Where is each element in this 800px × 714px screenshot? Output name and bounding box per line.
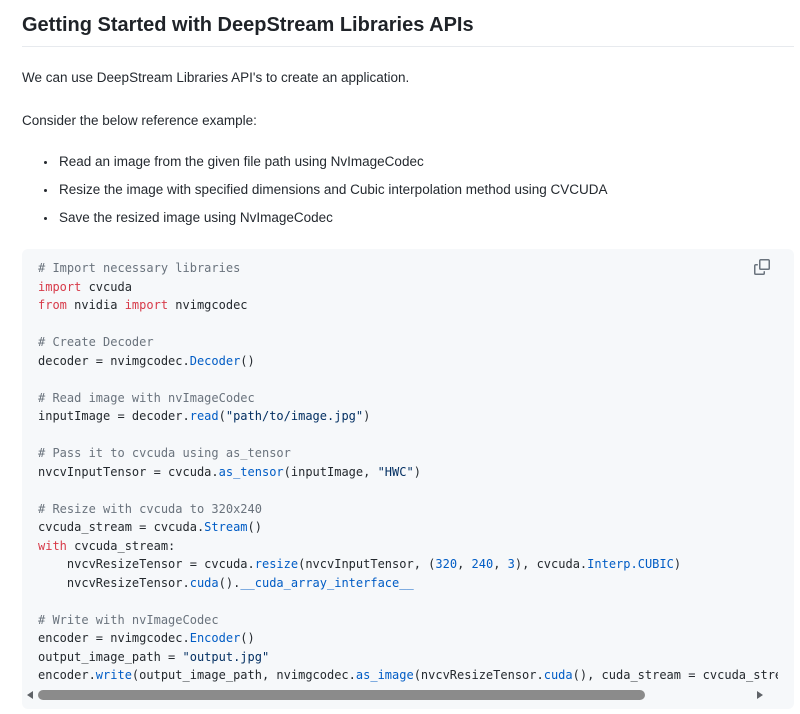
code-line: with cvcuda_stream:: [38, 537, 778, 556]
code-line: # Read image with nvImageCodec: [38, 389, 778, 408]
list-item: Read an image from the given file path u…: [57, 154, 794, 169]
code-line: inputImage = decoder.read("path/to/image…: [38, 407, 778, 426]
code-line: # Import necessary libraries: [38, 259, 778, 278]
code-line: encoder = nvimgcodec.Encoder(): [38, 629, 778, 648]
code-block: # Import necessary librariesimport cvcud…: [22, 249, 794, 709]
code-line: decoder = nvimgcodec.Decoder(): [38, 352, 778, 371]
code-line: nvcvResizeTensor = cvcuda.resize(nvcvInp…: [38, 555, 778, 574]
code-line: # Write with nvImageCodec: [38, 611, 778, 630]
reference-intro-paragraph: Consider the below reference example:: [22, 111, 794, 131]
scrollbar-left-arrow-icon[interactable]: [26, 689, 36, 701]
scrollbar-thumb[interactable]: [38, 690, 645, 700]
copy-code-button[interactable]: [754, 257, 774, 277]
document-page: Getting Started with DeepStream Librarie…: [0, 14, 800, 709]
scrollbar-track[interactable]: [38, 690, 752, 700]
code-line: # Create Decoder: [38, 333, 778, 352]
intro-paragraph: We can use DeepStream Libraries API's to…: [22, 68, 794, 88]
code-line: [38, 481, 778, 500]
code-line: [38, 370, 778, 389]
page-title: Getting Started with DeepStream Librarie…: [22, 14, 794, 47]
code-line: nvcvResizeTensor.cuda().__cuda_array_int…: [38, 574, 778, 593]
horizontal-scrollbar[interactable]: [26, 689, 764, 701]
code-line: # Pass it to cvcuda using as_tensor: [38, 444, 778, 463]
list-item: Resize the image with specified dimensio…: [57, 182, 794, 197]
code-line: encoder.write(output_image_path, nvimgco…: [38, 666, 778, 685]
code-line: # Resize with cvcuda to 320x240: [38, 500, 778, 519]
code-line: [38, 592, 778, 611]
copy-icon: [754, 259, 774, 275]
reference-steps-list: Read an image from the given file path u…: [22, 154, 794, 225]
code-line: cvcuda_stream = cvcuda.Stream(): [38, 518, 778, 537]
code-line: [38, 315, 778, 334]
list-item: Save the resized image using NvImageCode…: [57, 210, 794, 225]
code-line: output_image_path = "output.jpg": [38, 648, 778, 667]
code-content: # Import necessary librariesimport cvcud…: [38, 259, 778, 685]
code-line: nvcvInputTensor = cvcuda.as_tensor(input…: [38, 463, 778, 482]
scrollbar-right-arrow-icon[interactable]: [754, 689, 764, 701]
code-line: [38, 426, 778, 445]
code-line: from nvidia import nvimgcodec: [38, 296, 778, 315]
code-line: import cvcuda: [38, 278, 778, 297]
